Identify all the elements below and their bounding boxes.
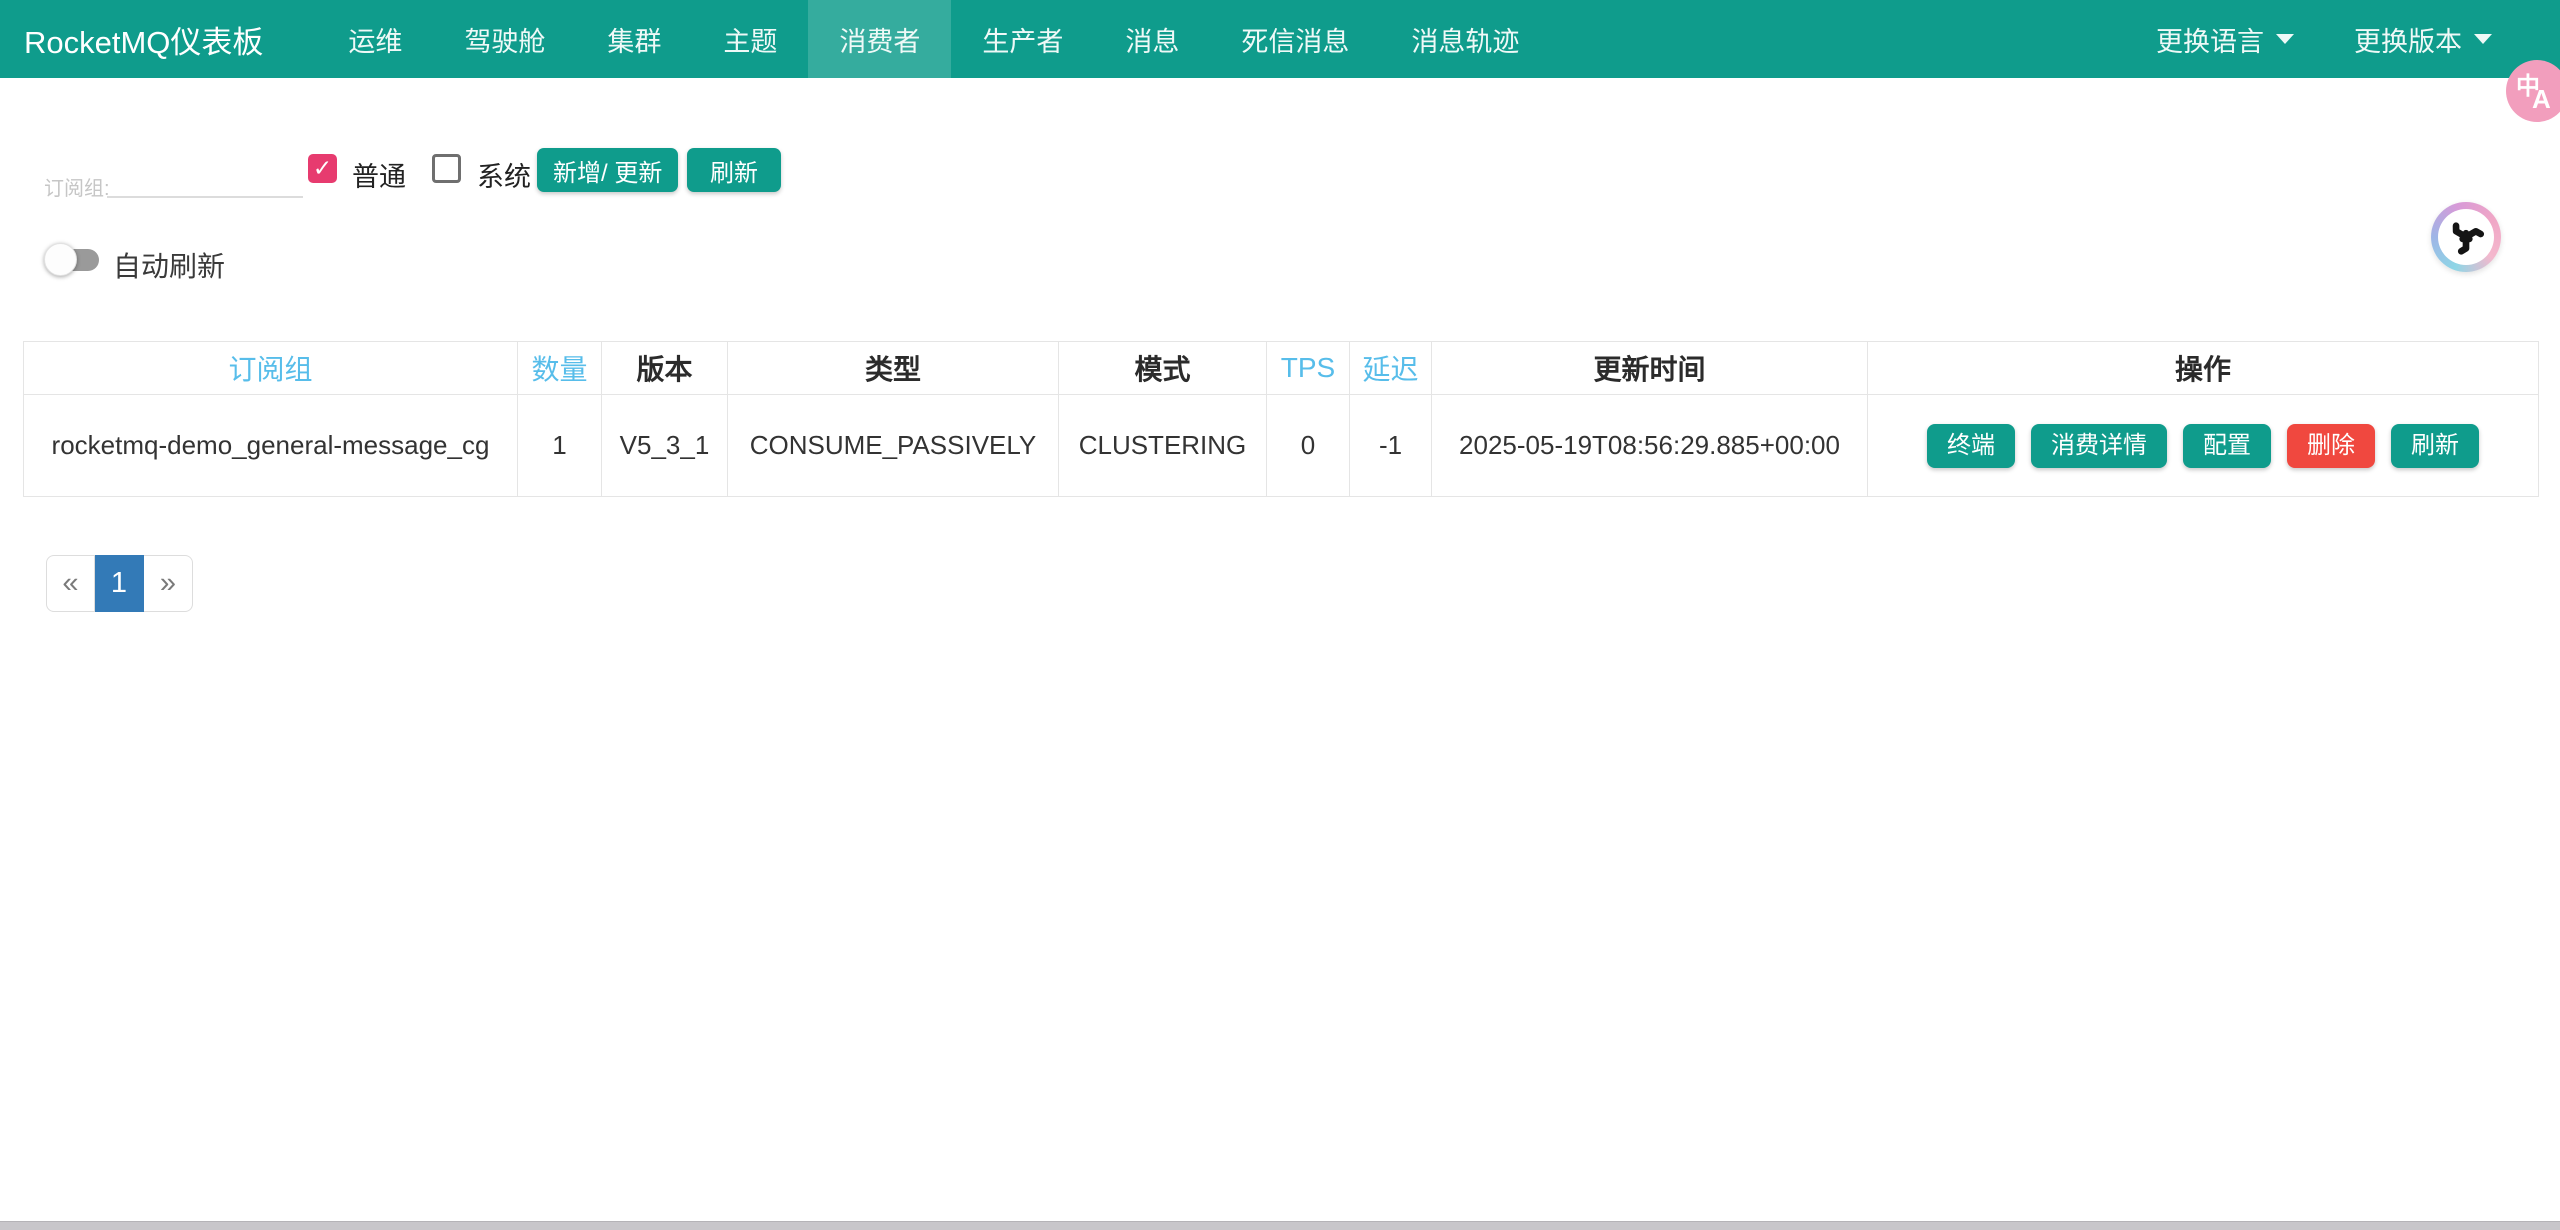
nav-item-topic[interactable]: 主题 [692, 0, 808, 78]
col-header-type: 类型 [728, 342, 1059, 395]
system-checkbox-label[interactable]: 系统 [477, 155, 531, 194]
col-header-delay[interactable]: 延迟 [1350, 342, 1432, 395]
check-icon: ✓ [313, 155, 332, 182]
consumer-group-table: 订阅组 数量 版本 类型 模式 TPS 延迟 更新时间 操作 rocketmq-… [23, 341, 2539, 497]
logo-fab-inner [2438, 209, 2494, 265]
change-language-menu[interactable]: 更换语言 [2126, 0, 2324, 78]
system-checkbox[interactable] [432, 154, 461, 183]
col-header-quantity[interactable]: 数量 [518, 342, 602, 395]
horizontal-scrollbar[interactable] [0, 1221, 2560, 1230]
config-button[interactable]: 配置 [2183, 424, 2271, 468]
nav-item-producer[interactable]: 生产者 [951, 0, 1094, 78]
change-version-menu[interactable]: 更换版本 [2324, 0, 2522, 78]
consume-detail-button[interactable]: 消费详情 [2031, 424, 2167, 468]
caret-down-icon [2276, 34, 2294, 44]
nav-item-ops[interactable]: 运维 [317, 0, 433, 78]
tri-spoke-logo-icon [2447, 218, 2485, 256]
cell-delay: -1 [1350, 395, 1432, 497]
cell-type: CONSUME_PASSIVELY [728, 395, 1059, 497]
change-version-label: 更换版本 [2354, 20, 2462, 59]
top-navbar: RocketMQ仪表板 运维 驾驶舱 集群 主题 消费者 生产者 消息 死信消息… [0, 0, 2560, 78]
subscription-group-label: 订阅组: [44, 172, 110, 201]
auto-refresh-toggle[interactable] [44, 243, 100, 276]
table-header-row: 订阅组 数量 版本 类型 模式 TPS 延迟 更新时间 操作 [24, 342, 2539, 395]
pagination-next-button[interactable]: » [144, 555, 193, 612]
col-header-tps[interactable]: TPS [1267, 342, 1350, 395]
auto-refresh-label: 自动刷新 [113, 245, 225, 285]
nav-item-dashboard[interactable]: 驾驶舱 [433, 0, 576, 78]
col-header-update-time: 更新时间 [1432, 342, 1868, 395]
normal-checkbox-label[interactable]: 普通 [352, 155, 406, 194]
pagination-page-1-button[interactable]: 1 [95, 555, 144, 612]
col-header-actions: 操作 [1868, 342, 2539, 395]
cell-subscription-group: rocketmq-demo_general-message_cg [24, 395, 518, 497]
pagination: « 1 » [46, 555, 193, 612]
floating-logo-button[interactable] [2431, 202, 2501, 272]
translate-fab-button[interactable]: 中 A [2506, 60, 2560, 122]
caret-down-icon [2474, 34, 2492, 44]
app-title[interactable]: RocketMQ仪表板 [0, 0, 289, 78]
col-header-version: 版本 [602, 342, 728, 395]
nav-item-cluster[interactable]: 集群 [576, 0, 692, 78]
nav-item-message[interactable]: 消息 [1094, 0, 1210, 78]
normal-checkbox[interactable]: ✓ [308, 154, 337, 183]
pagination-prev-button[interactable]: « [46, 555, 95, 612]
cell-actions: 终端 消费详情 配置 删除 刷新 [1868, 395, 2539, 497]
nav-item-consumer[interactable]: 消费者 [808, 0, 951, 78]
cell-tps: 0 [1267, 395, 1350, 497]
row-action-buttons: 终端 消费详情 配置 删除 刷新 [1868, 395, 2538, 496]
nav-right: 更换语言 更换版本 [2126, 0, 2522, 78]
nav-item-dlq-message[interactable]: 死信消息 [1210, 0, 1380, 78]
cell-version: V5_3_1 [602, 395, 728, 497]
subscription-group-input[interactable] [107, 158, 303, 198]
change-language-label: 更换语言 [2156, 20, 2264, 59]
nav-item-message-trace[interactable]: 消息轨迹 [1380, 0, 1550, 78]
client-button[interactable]: 终端 [1927, 424, 2015, 468]
refresh-button[interactable]: 刷新 [687, 148, 781, 192]
cell-update-time: 2025-05-19T08:56:29.885+00:00 [1432, 395, 1868, 497]
delete-button[interactable]: 删除 [2287, 424, 2375, 468]
cell-mode: CLUSTERING [1059, 395, 1267, 497]
row-refresh-button[interactable]: 刷新 [2391, 424, 2479, 468]
col-header-subscription-group[interactable]: 订阅组 [24, 342, 518, 395]
toggle-knob [44, 243, 77, 276]
cell-quantity: 1 [518, 395, 602, 497]
main-nav: 运维 驾驶舱 集群 主题 消费者 生产者 消息 死信消息 消息轨迹 [317, 0, 1550, 78]
table-row: rocketmq-demo_general-message_cg 1 V5_3_… [24, 395, 2539, 497]
add-update-button[interactable]: 新增/ 更新 [537, 148, 678, 192]
col-header-mode: 模式 [1059, 342, 1267, 395]
